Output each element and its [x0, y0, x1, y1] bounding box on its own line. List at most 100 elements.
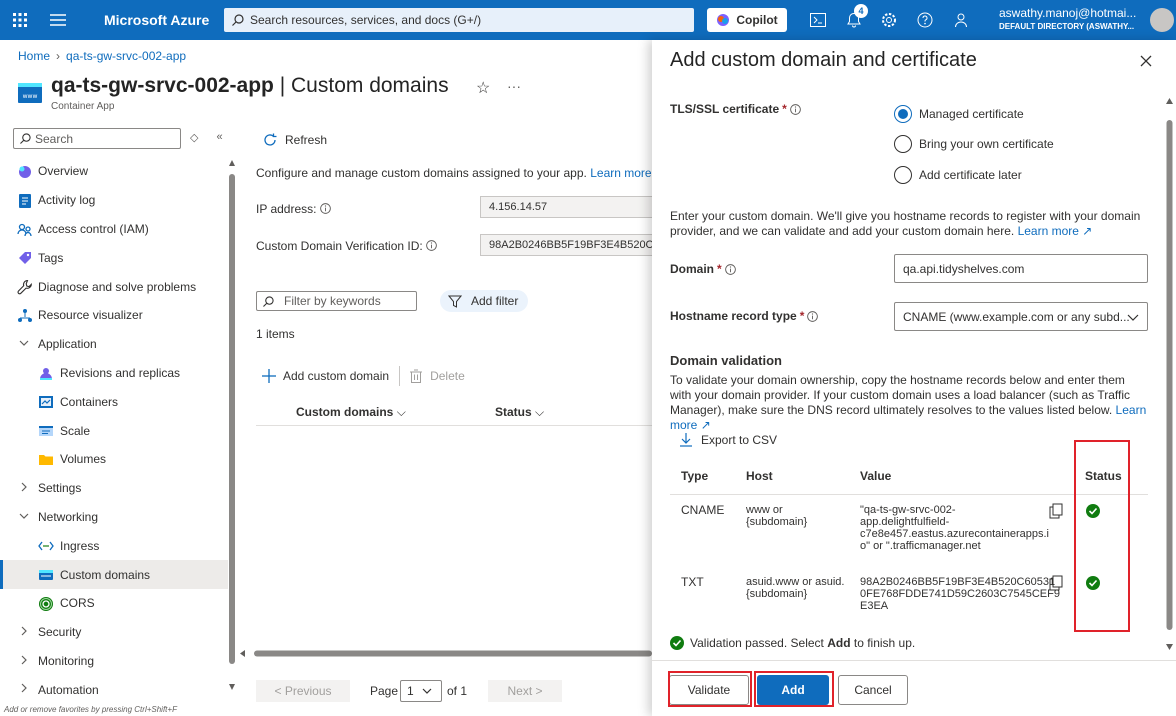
nav-search-placeholder: Search [35, 131, 74, 146]
add-filter-button[interactable]: Add filter [440, 290, 528, 312]
copilot-button[interactable]: Copilot [707, 8, 787, 32]
previous-page-button[interactable]: < Previous [256, 680, 350, 702]
radio-add-certificate-later[interactable]: Add certificate later [894, 166, 1022, 184]
breadcrumb-separator: › [56, 49, 61, 63]
feedback-icon[interactable] [949, 8, 973, 32]
success-check-icon [670, 636, 684, 650]
copy-icon[interactable] [1049, 575, 1063, 591]
nav-group-label: Networking [38, 509, 99, 524]
nav-item-label: Diagnose and solve problems [38, 279, 197, 294]
learn-more-link[interactable]: Learn more [590, 166, 651, 180]
column-header-status[interactable]: Status ⌵ [495, 405, 544, 420]
nav-item-scale[interactable]: Scale [0, 416, 228, 445]
nav-item-ingress[interactable]: Ingress [0, 531, 228, 560]
nav-group-monitoring[interactable]: Monitoring [0, 647, 228, 676]
add-custom-domain-label: Add custom domain [283, 369, 390, 383]
chevron-down-icon: ⌵ [535, 405, 545, 419]
verification-id-field[interactable]: 98A2B0246BB5F19BF3E4B520C6 [480, 234, 652, 256]
domain-input[interactable]: qa.api.tidyshelves.com [894, 254, 1148, 283]
global-search-input[interactable]: Search resources, services, and docs (G+… [224, 8, 694, 32]
nav-item-cors[interactable]: CORS [0, 589, 228, 618]
host-line: {subdomain} [746, 588, 808, 600]
top-bar: Microsoft Azure Search resources, servic… [0, 0, 1176, 40]
info-icon[interactable] [790, 103, 801, 115]
record-type-value: CNAME (www.example.com or any subd... [903, 309, 1130, 324]
learn-more-link[interactable]: Learn more [1018, 224, 1079, 238]
refresh-label: Refresh [285, 133, 328, 147]
horizontal-scrollbar[interactable] [240, 650, 652, 657]
record-type-label-text: Hostname record type [670, 309, 797, 323]
tls-certificate-label: TLS/SSL certificate * [670, 102, 801, 116]
page-of-label: of 1 [447, 684, 468, 698]
avatar[interactable] [1150, 8, 1174, 32]
nav-item-label: Scale [60, 423, 91, 438]
hamburger-menu-icon[interactable] [40, 0, 76, 40]
favorite-star-icon[interactable]: ☆ [476, 78, 490, 98]
settings-gear-icon[interactable] [877, 8, 901, 32]
radio-managed-certificate[interactable]: Managed certificate [894, 105, 1024, 123]
items-count: 1 items [256, 327, 295, 341]
info-icon[interactable] [320, 203, 331, 214]
nav-item-containers[interactable]: Containers [0, 387, 228, 416]
nav-item-resource-visualizer[interactable]: Resource visualizer [0, 301, 228, 330]
chevron-down-icon [19, 513, 29, 519]
radio-indicator [894, 135, 912, 153]
cancel-button[interactable]: Cancel [838, 675, 908, 705]
info-icon[interactable] [807, 310, 819, 322]
nav-group-settings[interactable]: Settings [0, 474, 228, 503]
radio-bring-own-certificate[interactable]: Bring your own certificate [894, 135, 1054, 153]
hostname-record-type-select[interactable]: CNAME (www.example.com or any subd... [894, 302, 1148, 331]
nav-item-revisions[interactable]: Revisions and replicas [0, 359, 228, 388]
add-custom-domain-button[interactable]: Add custom domain [262, 369, 389, 383]
hostname-record-type-label: Hostname record type * [670, 309, 819, 323]
value-line: o" or ".trafficmanager.net [860, 540, 981, 552]
nav-item-volumes[interactable]: Volumes [0, 445, 228, 474]
close-icon[interactable] [1138, 53, 1154, 69]
page-select[interactable]: 1 [400, 680, 442, 702]
toolbar-divider [399, 366, 401, 386]
nav-item-tags[interactable]: Tags [0, 243, 228, 272]
account-menu[interactable]: aswathy.manoj@hotmai... DEFAULT DIRECTOR… [999, 6, 1149, 31]
nav-group-security[interactable]: Security [0, 618, 228, 647]
info-icon[interactable] [724, 263, 736, 275]
nav-scrollbar[interactable] [229, 160, 235, 690]
nav-item-access-control[interactable]: Access control (IAM) [0, 215, 228, 244]
column-header-type: Type [681, 469, 709, 483]
more-options-icon[interactable]: ··· [507, 78, 521, 94]
nav-group-application[interactable]: Application [0, 330, 228, 359]
brand-link[interactable]: Microsoft Azure [104, 12, 209, 28]
nav-item-custom-domains[interactable]: Custom domains [0, 560, 228, 589]
help-icon[interactable] [913, 8, 937, 32]
panel-scrollbar[interactable] [1166, 98, 1173, 650]
breadcrumb-home[interactable]: Home [18, 49, 50, 63]
wrench-icon [17, 280, 32, 295]
nav-item-label: Revisions and replicas [60, 365, 181, 380]
folder-icon [39, 454, 53, 465]
export-csv-button[interactable]: Export to CSV [680, 433, 777, 447]
collapse-options-icon[interactable]: ◇ [190, 131, 198, 144]
nav-item-overview[interactable]: Overview [0, 157, 228, 186]
nav-search-input[interactable]: Search [13, 128, 181, 149]
nav-item-label: Custom domains [60, 567, 151, 582]
ip-address-field[interactable]: 4.156.14.57 [480, 196, 652, 218]
nav-item-label: Resource visualizer [38, 308, 143, 323]
copy-icon[interactable] [1049, 503, 1063, 519]
cloud-shell-icon[interactable] [806, 8, 830, 32]
next-page-button[interactable]: Next > [488, 680, 562, 702]
delete-button[interactable]: Delete [410, 369, 465, 383]
ip-address-label-text: IP address: [256, 202, 317, 216]
domain-label: Domain * [670, 262, 736, 276]
refresh-button[interactable]: Refresh [262, 132, 327, 148]
nav-group-networking[interactable]: Networking [0, 503, 228, 532]
value-line: E3EA [860, 600, 889, 612]
breadcrumb-current[interactable]: qa-ts-gw-srvc-002-app [66, 49, 186, 63]
nav-group-label: Monitoring [38, 653, 95, 668]
collapse-nav-icon[interactable]: « [216, 131, 222, 144]
column-header-custom-domains[interactable]: Custom domains ⌵ [296, 405, 406, 420]
nav-group-automation[interactable]: Automation [0, 675, 228, 704]
nav-item-activity-log[interactable]: Activity log [0, 186, 228, 215]
info-icon[interactable] [426, 240, 437, 251]
nav-item-diagnose[interactable]: Diagnose and solve problems [0, 272, 228, 301]
app-launcher-icon[interactable] [0, 0, 40, 40]
filter-input[interactable]: Filter by keywords [256, 291, 417, 311]
